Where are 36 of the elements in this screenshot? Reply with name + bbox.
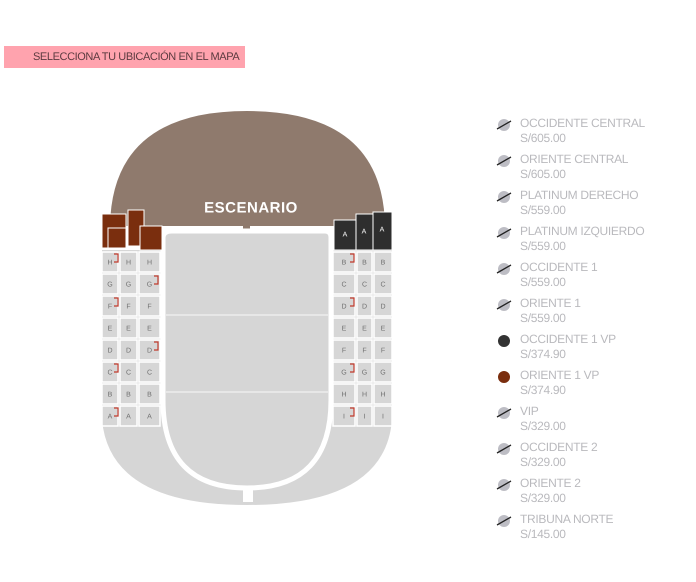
stage-label: ESCENARIO bbox=[204, 200, 298, 216]
zone-name: OCCIDENTE 1 VP bbox=[520, 332, 616, 347]
sold-out-icon bbox=[496, 226, 512, 240]
zone-price: S/559.00 bbox=[520, 275, 567, 290]
instruction-banner: SELECCIONA TU UBICACIÓN EN EL MAPA bbox=[4, 46, 246, 68]
zone-price: S/374.90 bbox=[520, 383, 567, 398]
zone-price: S/329.00 bbox=[520, 491, 567, 506]
zone-price: S/605.00 bbox=[520, 167, 567, 182]
sold-out-icon bbox=[496, 442, 512, 456]
zone-name: ORIENTE 1 VP bbox=[520, 368, 600, 383]
zone-name: ORIENTE 1 bbox=[520, 296, 581, 311]
zone-name: OCCIDENTE CENTRAL bbox=[520, 116, 645, 131]
zone-name: ORIENTE CENTRAL bbox=[520, 152, 628, 167]
zone-name: PLATINUM IZQUIERDO bbox=[520, 224, 644, 239]
zone-price: S/329.00 bbox=[520, 419, 566, 434]
zone-name: OCCIDENTE 2 bbox=[520, 440, 598, 455]
zone-price: S/559.00 bbox=[520, 239, 567, 254]
zone-name: TRIBUNA NORTE bbox=[520, 512, 614, 527]
zone-name: PLATINUM DERECHO bbox=[520, 188, 638, 203]
zone-name: OCCIDENTE 1 bbox=[520, 260, 598, 275]
zone-price: S/374.90 bbox=[520, 347, 567, 362]
zone-name: VIP bbox=[520, 404, 540, 419]
sold-out-icon bbox=[496, 262, 512, 276]
zone-price: S/559.00 bbox=[520, 203, 567, 218]
zone-price: S/605.00 bbox=[520, 131, 567, 146]
zone-name: ORIENTE 2 bbox=[520, 476, 581, 491]
sold-out-icon bbox=[496, 514, 512, 528]
sold-out-icon bbox=[496, 406, 512, 420]
zone-price: S/329.00 bbox=[520, 455, 567, 470]
sold-out-icon bbox=[496, 154, 512, 168]
sold-out-icon bbox=[496, 118, 512, 132]
zone-price: S/559.00 bbox=[520, 311, 567, 326]
sold-out-icon bbox=[496, 478, 512, 492]
sold-out-icon bbox=[496, 298, 512, 312]
zone-price: S/145.00 bbox=[520, 527, 567, 542]
sold-out-icon bbox=[496, 190, 512, 204]
